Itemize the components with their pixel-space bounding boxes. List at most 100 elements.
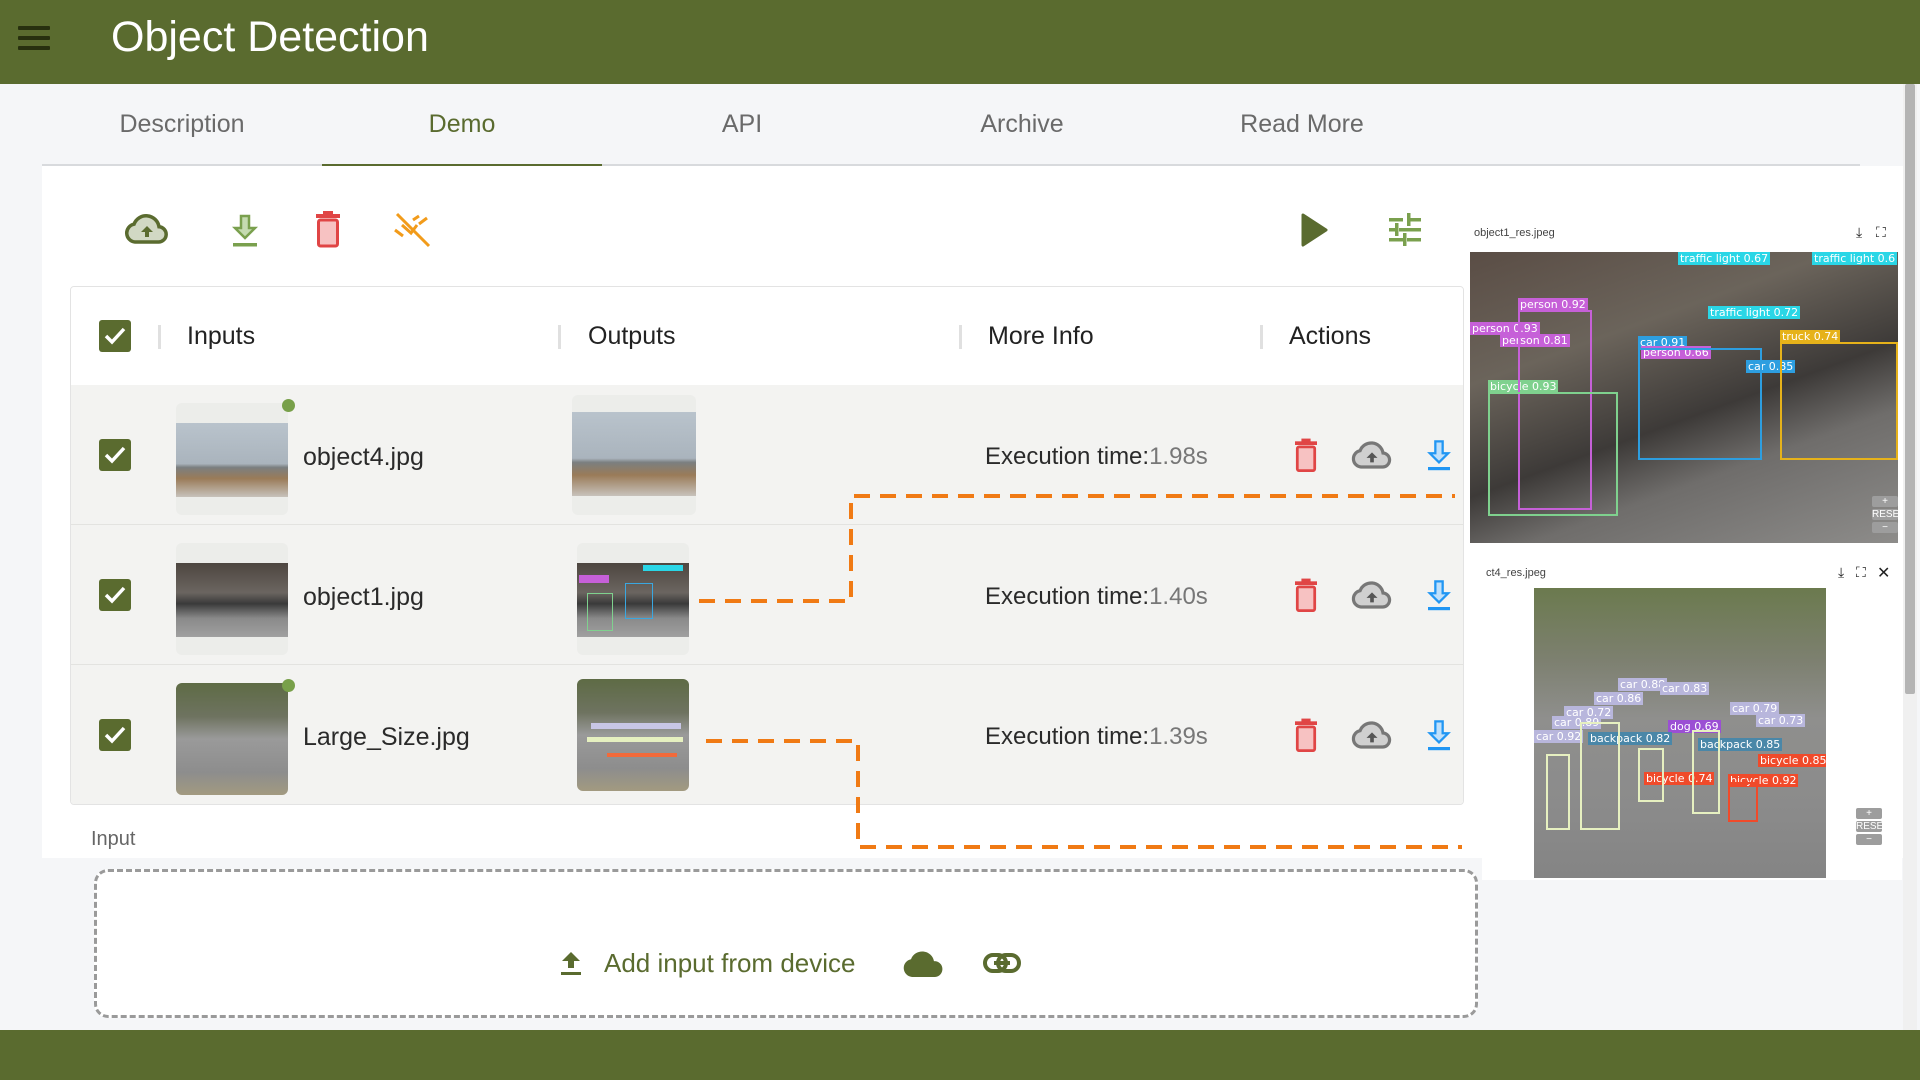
result-viewer: object1_res.jpeg ⤓ ⛶ traffic light 0.67 … [1470,222,1905,547]
detection-label: traffic light 0.72 [1708,306,1801,319]
trash-icon [1295,718,1317,753]
fullscreen-icon[interactable]: ⛶ [1856,564,1866,581]
result-image[interactable]: traffic light 0.67 traffic light 0.6 tra… [1470,252,1898,543]
input-thumbnail[interactable] [176,543,288,655]
row-checkbox[interactable] [99,579,131,611]
viewer-filename: ct4_res.jpeg [1486,567,1546,579]
zoom-reset-button[interactable]: RESET [1872,509,1905,520]
download-icon [231,214,259,247]
upload-row-button[interactable] [1350,714,1394,758]
input-filename: Large_Size.jpg [303,723,470,751]
tune-sliders-icon [1389,213,1421,246]
trash-icon [1295,438,1317,473]
add-input-from-device-button[interactable]: Add input from device [556,943,855,983]
execution-time-label: Execution time: [985,723,1150,750]
upload-row-button[interactable] [1350,574,1394,618]
zoom-out-button[interactable]: − [1872,522,1898,533]
bounding-box [1728,782,1758,822]
detection-label: bicycle 0.85 [1758,754,1826,767]
column-separator [558,325,561,349]
zoom-in-button[interactable]: + [1856,808,1882,819]
app-header: Object Detection [0,0,1920,84]
output-thumbnail[interactable] [577,679,689,791]
result-viewer: ct4_res.jpeg ⤓ ⛶ ✕ car 0.88 car 0.83 car… [1482,562,1902,880]
zoom-in-button[interactable]: + [1872,496,1898,507]
column-separator [1260,325,1263,349]
cloud-upload-icon [125,214,168,244]
execution-time-value: 1.98s [1149,443,1208,470]
cloud-input-button[interactable] [901,943,947,983]
trash-icon [1295,578,1317,613]
cloud-icon [903,951,943,977]
output-thumbnail[interactable] [577,543,689,655]
scrollbar-thumb[interactable] [1905,84,1915,694]
table-row: object1.jpg Execution time:1.40s [71,525,1463,665]
new-status-dot [282,399,295,412]
viewer-filename: object1_res.jpeg [1474,227,1555,239]
cloud-upload-icon [1351,721,1392,749]
tab-demo[interactable]: Demo [322,84,602,168]
delete-all-button[interactable] [304,206,352,254]
download-all-button[interactable] [221,206,269,254]
delete-row-button[interactable] [1284,574,1328,618]
delete-row-button[interactable] [1284,434,1328,478]
page-title: Object Detection [111,13,429,61]
input-filename: object4.jpg [303,443,424,471]
execution-time-value: 1.39s [1149,723,1208,750]
zoom-controls: + RESET − [1856,806,1889,847]
detection-label: car 0.73 [1756,714,1806,727]
table-row: Large_Size.jpg Execution time:1.39s [71,665,1463,804]
tab-bar: Description Demo API Archive Read More [42,84,1860,168]
zoom-out-button[interactable]: − [1856,834,1882,845]
close-icon[interactable]: ✕ [1877,563,1890,583]
fullscreen-icon[interactable]: ⛶ [1876,224,1886,241]
checkmark-icon [104,586,126,604]
trash-icon [316,211,340,248]
detection-label: traffic light 0.67 [1678,252,1771,265]
checkmark-icon [104,446,126,464]
download-icon[interactable]: ⤓ [1838,564,1844,581]
execution-time-value: 1.40s [1149,583,1208,610]
add-input-label: Add input from device [604,947,856,978]
detection-label: car 0.83 [1660,682,1710,695]
row-checkbox[interactable] [99,719,131,751]
download-icon [1427,440,1451,471]
select-all-checkbox[interactable] [99,320,131,352]
column-header-more-info: More Info [988,322,1094,350]
result-image[interactable]: car 0.88 car 0.83 car 0.86 car 0.72 car … [1534,588,1826,878]
disconnect-button[interactable] [389,206,437,254]
settings-button[interactable] [1381,206,1429,254]
upload-cloud-button[interactable] [123,206,171,254]
tab-api[interactable]: API [602,84,882,166]
bounding-box [1546,754,1570,830]
tab-description[interactable]: Description [42,84,322,166]
cloud-upload-icon [1351,441,1392,469]
input-filename: object1.jpg [303,583,424,611]
execution-time: Execution time:1.40s [985,582,1208,612]
cloud-upload-icon [1351,581,1392,609]
column-header-outputs: Outputs [588,322,676,350]
run-button[interactable] [1289,206,1337,254]
link-input-button[interactable] [982,945,1022,981]
execution-time-label: Execution time: [985,583,1150,610]
input-thumbnail[interactable] [176,403,288,515]
hamburger-menu-icon[interactable] [16,22,52,54]
column-separator [158,325,161,349]
tab-read-more[interactable]: Read More [1162,84,1442,166]
row-checkbox[interactable] [99,439,131,471]
zoom-reset-button[interactable]: RESET [1856,821,1889,832]
checkmark-icon [104,726,126,744]
input-thumbnail[interactable] [176,683,288,795]
upload-row-button[interactable] [1350,434,1394,478]
bounding-box [1638,748,1664,802]
zoom-controls: + RESET − [1872,494,1905,535]
download-row-button[interactable] [1417,434,1461,478]
download-icon[interactable]: ⤓ [1856,224,1862,241]
detection-label: traffic light 0.6 [1812,252,1898,265]
tab-archive[interactable]: Archive [882,84,1162,166]
output-thumbnail[interactable] [572,395,696,515]
download-row-button[interactable] [1417,574,1461,618]
delete-row-button[interactable] [1284,714,1328,758]
app-footer [0,1030,1920,1080]
download-row-button[interactable] [1417,714,1461,758]
